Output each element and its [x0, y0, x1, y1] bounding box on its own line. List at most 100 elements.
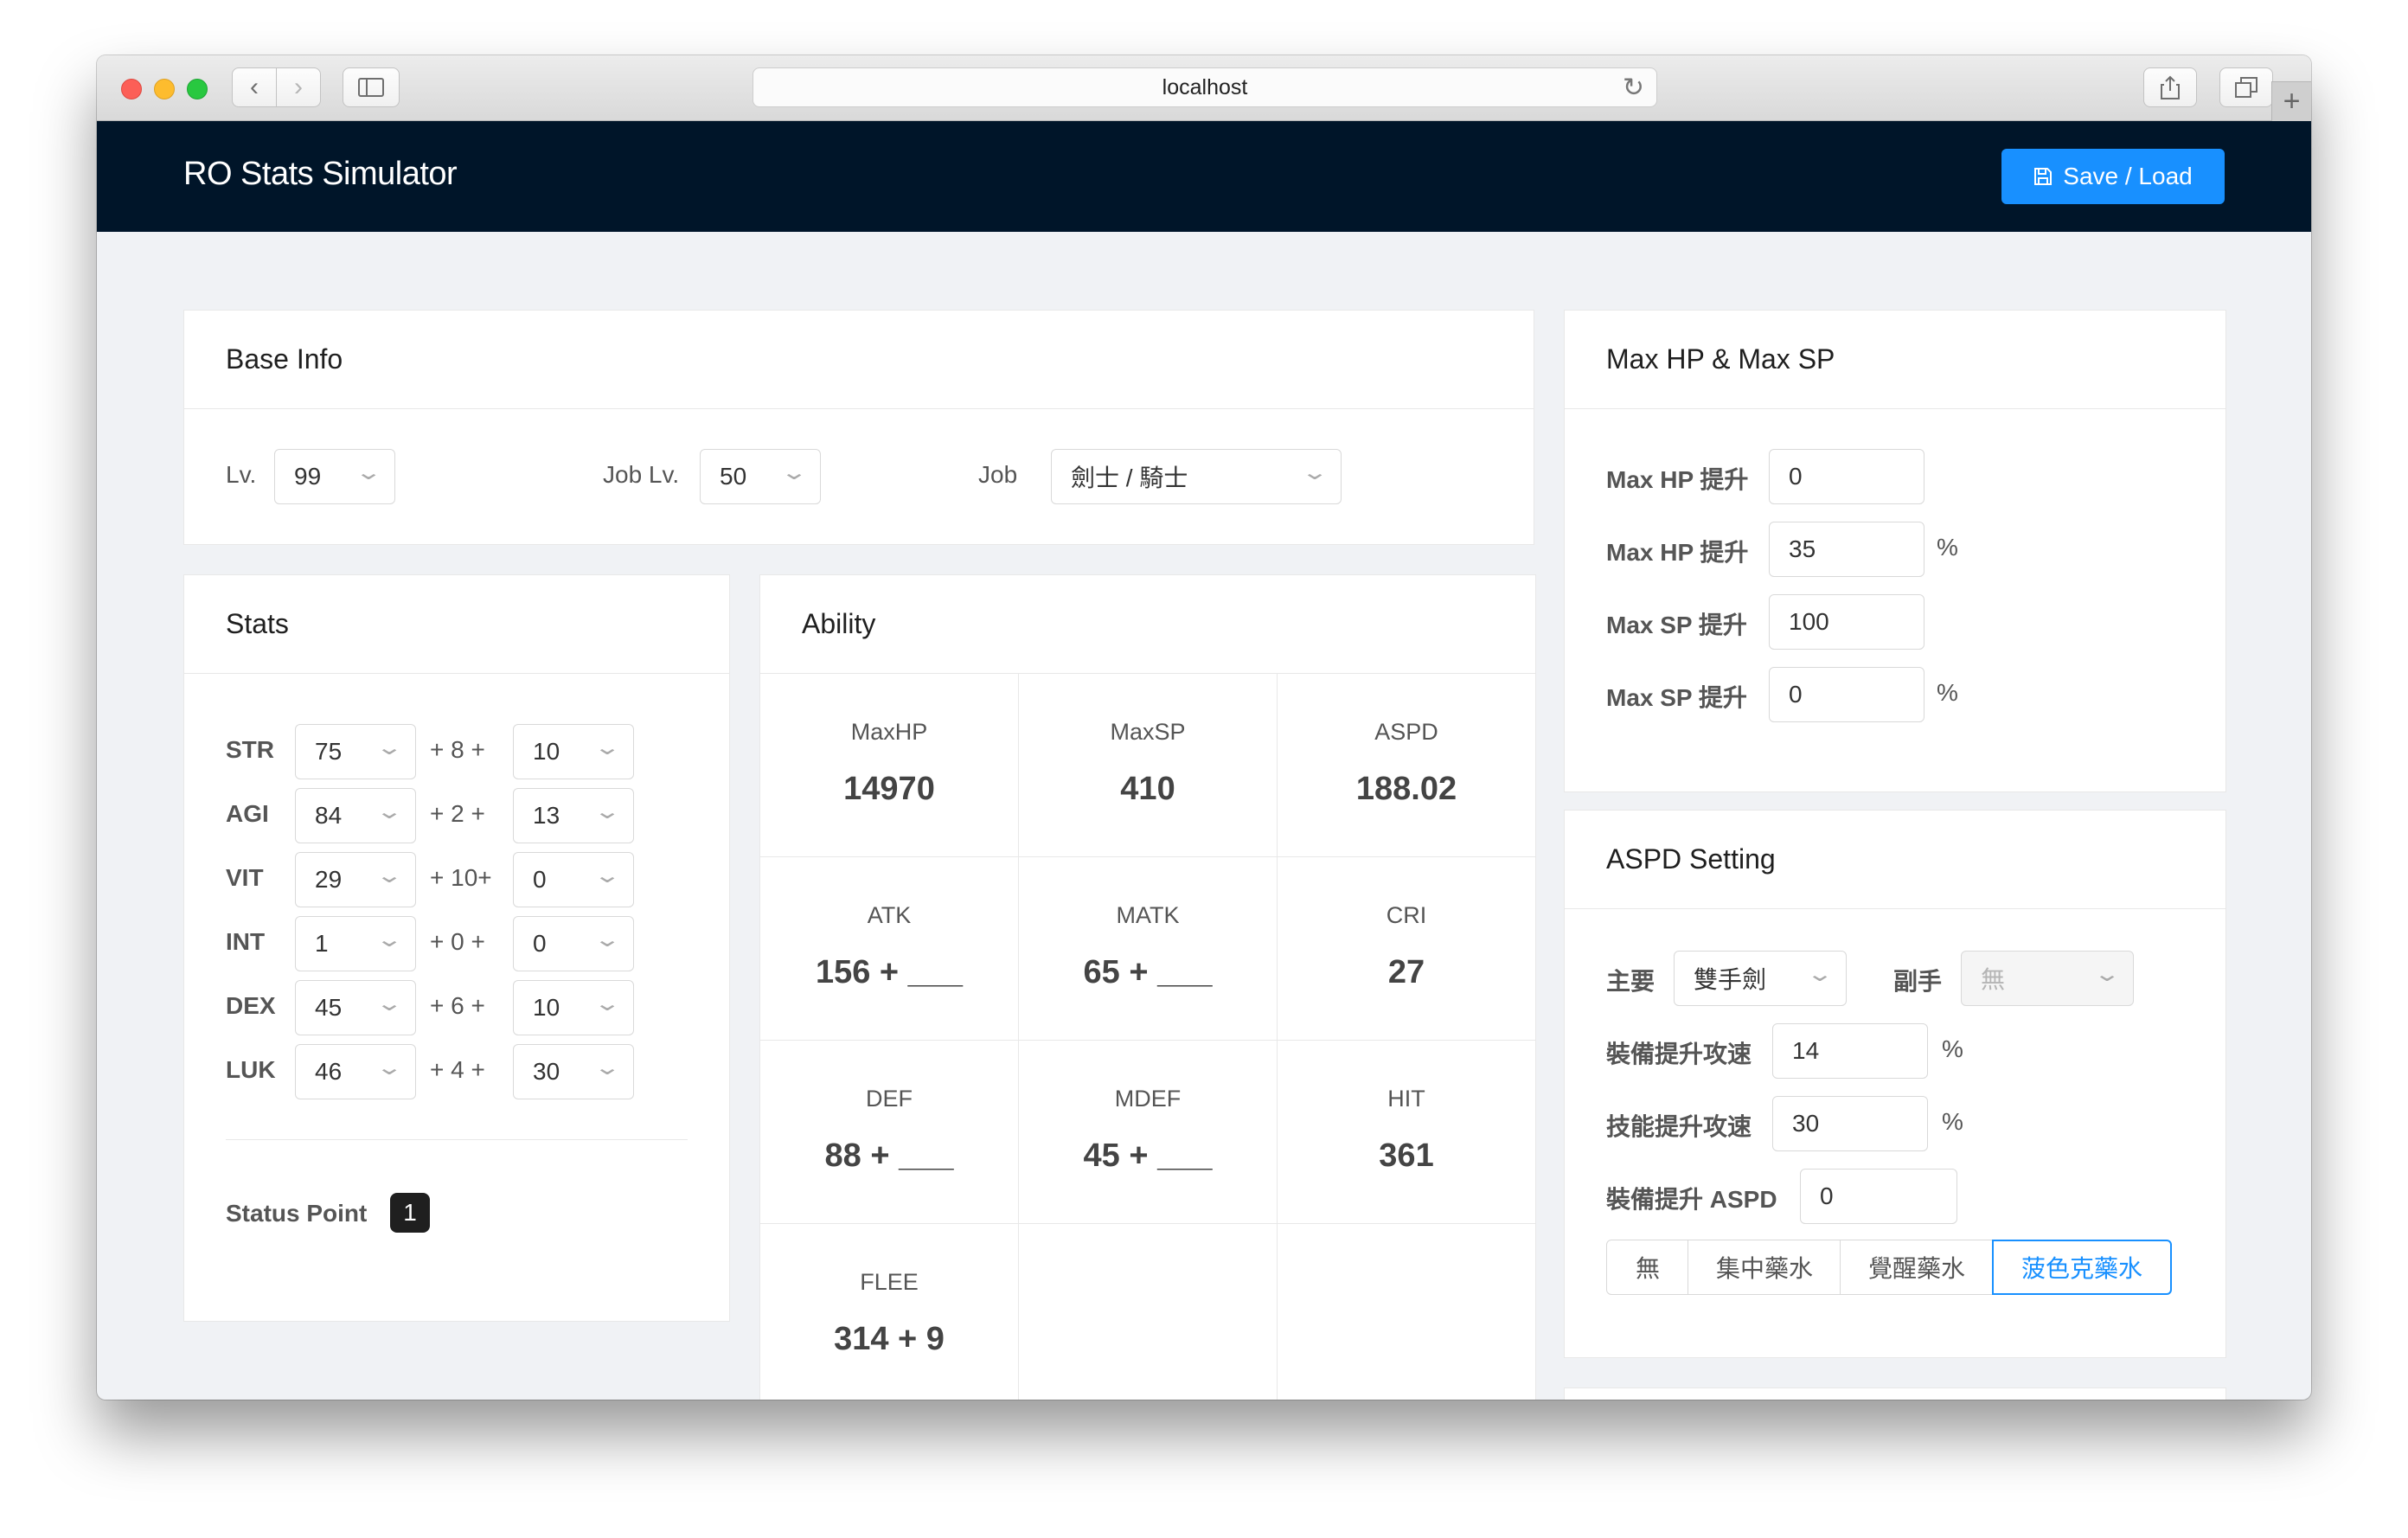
stat-base-value: 75	[315, 738, 343, 765]
chevron-right-icon: ›	[294, 73, 303, 101]
hpsp-input[interactable]: 100	[1769, 594, 1924, 650]
stat-name: AGI	[226, 800, 269, 827]
plus-icon: +	[2283, 85, 2301, 118]
app-header: RO Stats Simulator Save / Load	[97, 121, 2311, 232]
stat-base-select[interactable]: 75 ⌄	[295, 724, 416, 779]
stat-base-value: 1	[315, 930, 329, 957]
sidebar-icon	[358, 78, 384, 97]
stat-extra-value: 13	[533, 802, 560, 829]
equip-speed-unit: %	[1942, 1035, 1963, 1062]
ability-value: 410	[1120, 771, 1175, 807]
potion-option[interactable]: 集中藥水	[1688, 1240, 1841, 1295]
ability-cell: DEF 88 + ___	[760, 1041, 1019, 1224]
status-point-label: Status Point	[226, 1200, 368, 1227]
hpsp-input[interactable]: 0	[1769, 449, 1924, 504]
stat-base-select[interactable]: 1 ⌄	[295, 916, 416, 971]
stat-extra-select[interactable]: 13 ⌄	[513, 788, 634, 843]
stat-base-value: 84	[315, 802, 343, 829]
chevron-down-icon: ⌄	[375, 864, 404, 888]
ability-value: 65 + ___	[1083, 954, 1213, 990]
ability-cell: MDEF 45 + ___	[1019, 1041, 1278, 1224]
max-hp-sp-title: Max HP & Max SP	[1565, 311, 2225, 409]
stat-base-select[interactable]: 84 ⌄	[295, 788, 416, 843]
chevron-left-icon: ‹	[250, 73, 259, 101]
ability-cell: FLEE 314 + 9	[760, 1224, 1019, 1400]
stat-extra-select[interactable]: 0 ⌄	[513, 852, 634, 907]
hpsp-input[interactable]: 0	[1769, 667, 1924, 722]
ability-cell: HIT 361	[1278, 1041, 1536, 1224]
potion-option[interactable]: 菠色克藥水	[1992, 1240, 2172, 1295]
zoom-window-button[interactable]	[187, 79, 208, 99]
hpsp-value: 35	[1789, 535, 1816, 562]
equip-speed-input[interactable]: 14	[1772, 1023, 1928, 1079]
ability-value: 14970	[843, 771, 935, 807]
stat-extra-select[interactable]: 10 ⌄	[513, 724, 634, 779]
hpsp-value: 100	[1789, 608, 1829, 635]
chevron-down-icon: ⌄	[592, 928, 622, 952]
stat-bonus: + 10+	[430, 864, 492, 891]
stat-extra-value: 10	[533, 994, 560, 1021]
reload-icon[interactable]: ↻	[1623, 73, 1644, 103]
browser-toolbar: ‹ › localhost ↻ +	[97, 55, 2311, 121]
ability-value: 88 + ___	[824, 1137, 954, 1174]
hpsp-label: Max SP 提升	[1606, 612, 1747, 638]
main-weapon-select[interactable]: 雙手劍 ⌄	[1674, 951, 1847, 1006]
tabs-icon	[2235, 77, 2258, 98]
stat-extra-value: 0	[533, 866, 547, 893]
stat-bonus: + 2 +	[430, 800, 485, 827]
main-weapon-value: 雙手劍	[1694, 966, 1767, 993]
potion-option[interactable]: 覺醒藥水	[1840, 1240, 1994, 1295]
back-button[interactable]: ‹	[232, 67, 277, 107]
new-tab-button[interactable]: +	[2271, 81, 2311, 121]
minimize-window-button[interactable]	[154, 79, 175, 99]
hpsp-value: 0	[1789, 681, 1803, 708]
equip-aspd-input[interactable]: 0	[1800, 1169, 1957, 1224]
ability-value: 314 + 9	[834, 1321, 945, 1357]
chevron-down-icon: ⌄	[375, 928, 404, 952]
stat-base-select[interactable]: 46 ⌄	[295, 1044, 416, 1099]
ability-cell-empty	[1278, 1224, 1536, 1400]
stat-extra-select[interactable]: 0 ⌄	[513, 916, 634, 971]
ability-cell: ASPD 188.02	[1278, 674, 1536, 857]
ability-value: 361	[1379, 1137, 1434, 1174]
chevron-down-icon: ⌄	[592, 736, 622, 759]
job-select[interactable]: 劍士 / 騎士 ⌄	[1051, 449, 1342, 504]
ability-cell: MATK 65 + ___	[1019, 857, 1278, 1041]
close-window-button[interactable]	[121, 79, 142, 99]
stat-extra-select[interactable]: 10 ⌄	[513, 980, 634, 1035]
share-button[interactable]	[2143, 67, 2197, 107]
browser-window: ‹ › localhost ↻ + RO Stats Simulator Sav…	[97, 55, 2311, 1400]
skill-speed-input[interactable]: 30	[1772, 1096, 1928, 1151]
ability-label: DEF	[866, 1086, 913, 1112]
stat-base-select[interactable]: 45 ⌄	[295, 980, 416, 1035]
hpsp-input[interactable]: 35	[1769, 522, 1924, 577]
ability-value: 188.02	[1355, 771, 1457, 807]
equip-speed-label: 裝備提升攻速	[1606, 1041, 1752, 1067]
sidebar-toggle-button[interactable]	[343, 67, 400, 107]
tabs-overview-button[interactable]	[2219, 67, 2273, 107]
ability-value: 156 + ___	[815, 954, 964, 990]
chevron-down-icon: ⌄	[375, 992, 404, 1016]
stats-divider	[226, 1139, 688, 1140]
chevron-down-icon: ⌄	[592, 1056, 622, 1080]
address-bar[interactable]: localhost ↻	[752, 67, 1657, 107]
stat-base-select[interactable]: 29 ⌄	[295, 852, 416, 907]
stat-extra-value: 30	[533, 1058, 560, 1085]
stat-bonus: + 4 +	[430, 1056, 485, 1083]
ability-value: 27	[1387, 954, 1425, 990]
ability-label: MaxHP	[850, 719, 928, 745]
offhand-select[interactable]: 無 ⌄	[1961, 951, 2134, 1006]
skill-speed-label: 技能提升攻速	[1606, 1113, 1752, 1140]
potion-option[interactable]: 無	[1606, 1240, 1689, 1295]
job-level-label: Job Lv.	[603, 461, 680, 488]
forward-button[interactable]: ›	[276, 67, 321, 107]
stat-base-value: 45	[315, 994, 343, 1021]
save-load-button[interactable]: Save / Load	[2001, 149, 2225, 204]
chevron-down-icon: ⌄	[2092, 963, 2122, 986]
stat-base-value: 29	[315, 866, 343, 893]
base-info-title: Base Info	[184, 311, 1534, 409]
stat-extra-select[interactable]: 30 ⌄	[513, 1044, 634, 1099]
job-level-select[interactable]: 50 ⌄	[700, 449, 821, 504]
equip-speed-value: 14	[1792, 1037, 1820, 1064]
level-select[interactable]: 99 ⌄	[274, 449, 395, 504]
